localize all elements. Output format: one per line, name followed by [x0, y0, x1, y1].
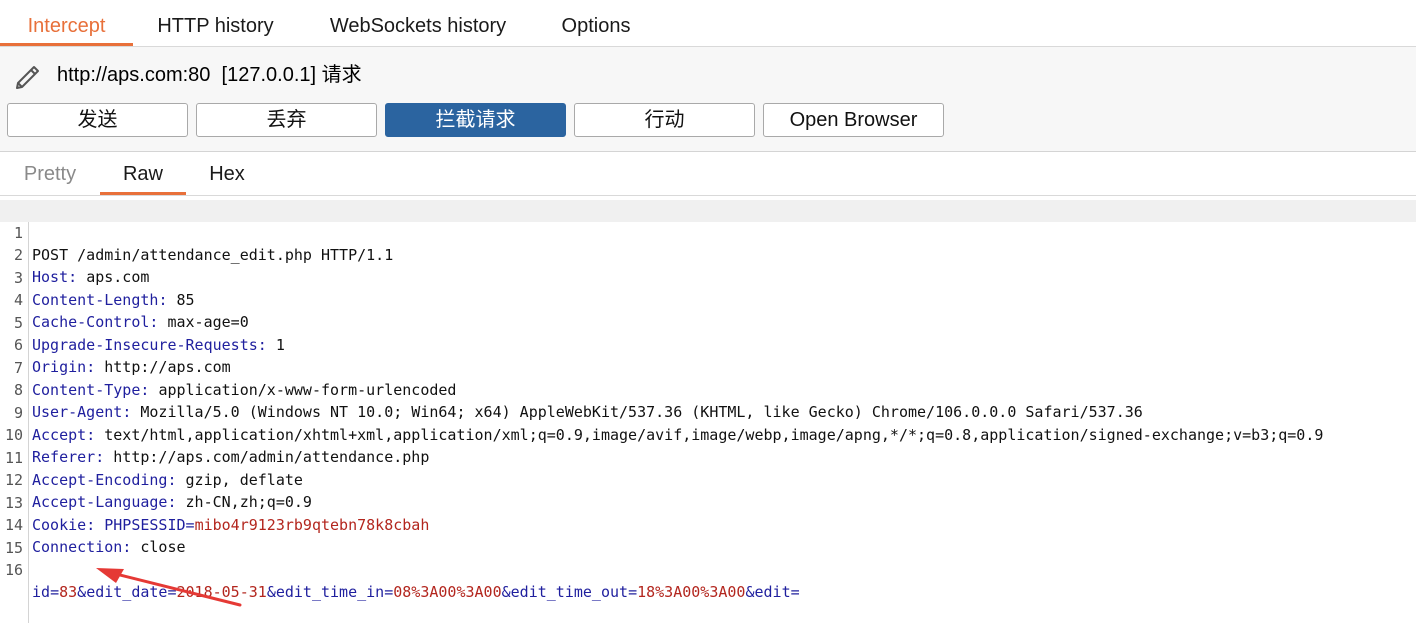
param-value: 08%3A00%3A00	[393, 583, 502, 601]
tab-http-history[interactable]: HTTP history	[143, 7, 288, 46]
header-row: 12 Accept-Language: zh-CN,zh;q=0.9	[0, 447, 1416, 511]
param-value: 83	[59, 583, 78, 601]
cookie-row: 13 Cookie: PHPSESSID=mibo4r9123rb9qtebn7…	[0, 470, 1416, 534]
tab-options[interactable]: Options	[548, 7, 644, 46]
param-key: edit_time_in	[275, 583, 385, 601]
header-row: 2 Host: aps.com	[0, 222, 1416, 286]
header-row: 8 User-Agent: Mozilla/5.0 (Windows NT 10…	[0, 357, 1416, 421]
header-row: 7 Content-Type: application/x-www-form-u…	[0, 335, 1416, 399]
intercept-panel: http://aps.com:80 [127.0.0.1] 请求 发送 丢弃 拦…	[0, 47, 1416, 152]
param-value: 18%3A00%3A00	[637, 583, 746, 601]
drop-button[interactable]: 丢弃	[196, 103, 377, 137]
intercept-toggle-button[interactable]: 拦截请求	[385, 103, 566, 137]
header-row: 9 Accept: text/html,application/xhtml+xm…	[0, 380, 1416, 444]
blank-row: 15	[0, 515, 1416, 557]
param-key: edit_time_out	[510, 583, 629, 601]
forward-button[interactable]: 发送	[7, 103, 188, 137]
pencil-icon[interactable]	[12, 59, 44, 91]
header-row: 10 Referer: http://aps.com/admin/attenda…	[0, 402, 1416, 466]
param-key: id	[32, 583, 51, 601]
request-line-row: 1 POST /admin/attendance_edit.php HTTP/1…	[0, 200, 1416, 264]
tab-pretty[interactable]: Pretty	[14, 152, 86, 195]
header-row: 3 Content-Length: 85	[0, 245, 1416, 309]
header-row: 6 Origin: http://aps.com	[0, 312, 1416, 376]
header-row: 5 Upgrade-Insecure-Requests: 1	[0, 290, 1416, 354]
header-row: 14 Connection: close	[0, 492, 1416, 556]
tab-websockets-history[interactable]: WebSockets history	[310, 7, 526, 46]
request-editor[interactable]: 1 POST /admin/attendance_edit.php HTTP/1…	[0, 200, 1416, 623]
request-target: http://aps.com:80 [127.0.0.1] 请求	[57, 64, 362, 86]
body-row: 16 id=83&edit_date=2018-05-31&edit_time_…	[0, 537, 1416, 601]
line-number: 16	[4, 561, 23, 579]
tab-hex[interactable]: Hex	[196, 152, 258, 195]
action-button[interactable]: 行动	[574, 103, 755, 137]
header-row: 4 Cache-Control: max-age=0	[0, 267, 1416, 331]
tab-raw[interactable]: Raw	[100, 152, 186, 195]
message-view-tabs: Pretty Raw Hex	[0, 152, 1416, 196]
open-browser-button[interactable]: Open Browser	[763, 103, 944, 137]
red-arrow-icon	[96, 568, 242, 607]
tab-intercept[interactable]: Intercept	[0, 7, 133, 46]
main-tabs: Intercept HTTP history WebSockets histor…	[0, 7, 1416, 47]
header-row: 11 Accept-Encoding: gzip, deflate	[0, 425, 1416, 489]
param-key: edit	[754, 583, 791, 601]
